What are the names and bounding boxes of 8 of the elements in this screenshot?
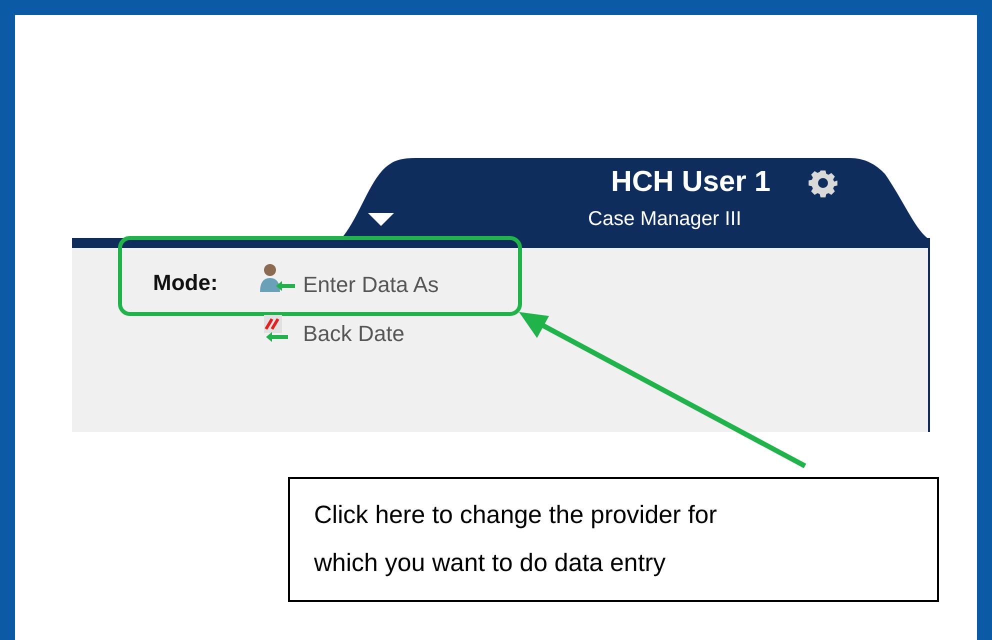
callout-text: Click here to change the provider for which you want to do data entry	[288, 477, 939, 602]
mode-option-link[interactable]: Enter Data As	[303, 274, 439, 296]
settings-icon[interactable]	[808, 168, 838, 198]
dropdown-caret-icon[interactable]	[368, 213, 394, 227]
mode-option-link[interactable]: Back Date	[303, 323, 404, 345]
user-role: Case Manager III	[588, 209, 742, 229]
user-name: HCH User 1	[611, 168, 771, 197]
mode-label: Mode:	[153, 272, 218, 294]
